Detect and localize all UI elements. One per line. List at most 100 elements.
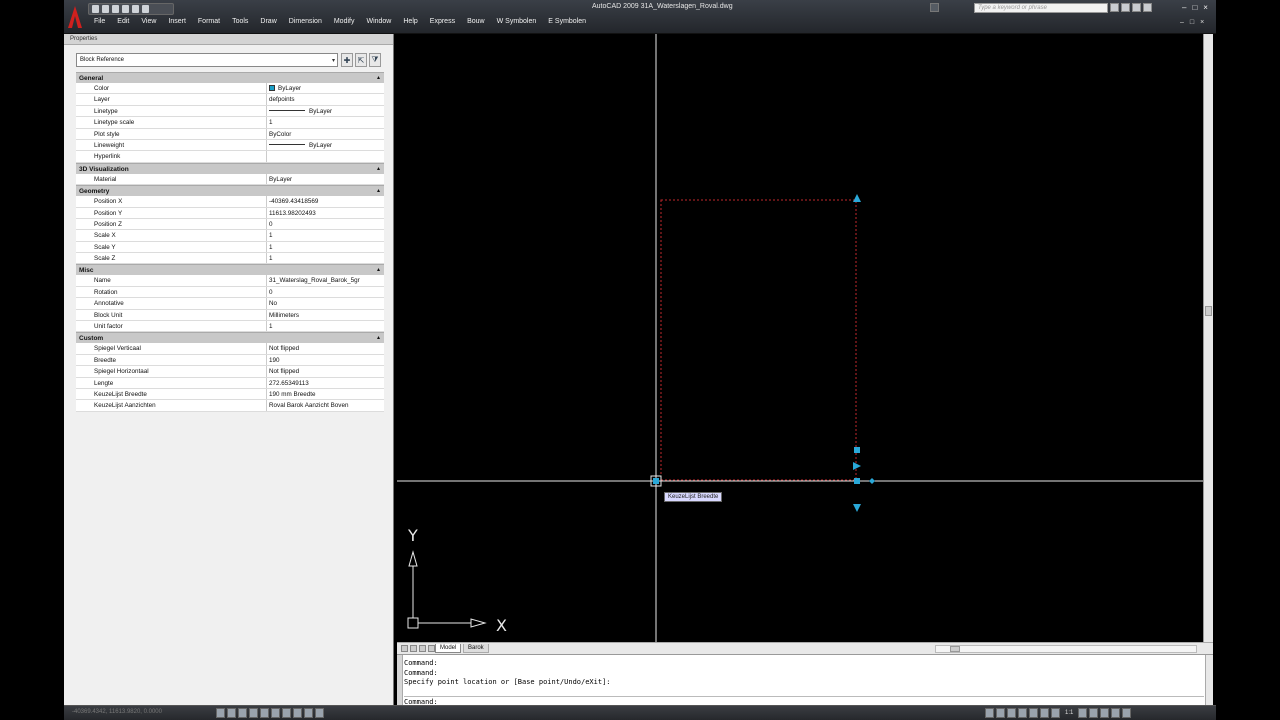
auto-scale-icon[interactable] [1089,708,1099,718]
pan-icon[interactable] [1007,708,1016,718]
dyn-toggle-icon[interactable] [293,708,302,718]
insertion-grip[interactable] [653,478,659,484]
property-row-layer[interactable]: Layer defpoints [76,94,384,106]
property-row-annotative[interactable]: Annotative No [76,298,384,310]
property-value[interactable]: 190 [267,355,384,365]
osnap-toggle-icon[interactable] [260,708,269,718]
property-value[interactable]: Not flipped [267,366,384,376]
category-geometry[interactable]: Geometry ▴ [76,185,384,197]
property-value[interactable]: 1 [267,117,384,127]
collapse-icon[interactable]: ▴ [377,266,380,273]
menu-dimension[interactable]: Dimension [283,18,328,25]
property-value[interactable]: ByLayer [267,83,384,93]
last-tab-icon[interactable] [428,645,435,652]
menu-view[interactable]: View [135,18,162,25]
menu-edit[interactable]: Edit [111,18,135,25]
property-value[interactable] [267,151,384,161]
steering-wheel-icon[interactable] [1029,708,1038,718]
property-row-keuzelijst-breedte[interactable]: KeuzeLijst Breedte 190 mm Breedte [76,388,384,401]
property-row-spiegel-horizontaal[interactable]: Spiegel Horizontaal Not flipped [76,366,384,378]
model-space[interactable]: Y X [397,34,1203,642]
diamond-grip[interactable] [869,478,875,484]
model-space-icon[interactable] [985,708,994,718]
lineweight-toggle-icon[interactable] [304,708,313,718]
clean-screen-icon[interactable] [1122,708,1132,718]
next-tab-icon[interactable] [419,645,426,652]
property-row-spiegel-verticaal[interactable]: Spiegel Verticaal Not flipped [76,343,384,355]
prev-tab-icon[interactable] [410,645,417,652]
menu-tools[interactable]: Tools [226,18,254,25]
grid-toggle-icon[interactable] [227,708,236,718]
property-row-rotation[interactable]: Rotation 0 [76,286,384,299]
favorites-star-icon[interactable] [1132,3,1141,12]
first-tab-icon[interactable] [401,645,408,652]
ducs-toggle-icon[interactable] [282,708,291,718]
property-value[interactable]: 0 [267,287,384,297]
select-objects-icon[interactable]: ⇱ [355,53,367,67]
qp-toggle-icon[interactable] [315,708,324,718]
collapse-icon[interactable]: ▴ [377,187,380,194]
property-row-lineweight[interactable]: Lineweight ByLayer [76,139,384,152]
doc-minimize-button[interactable]: – [1180,19,1184,26]
property-row-hyperlink[interactable]: Hyperlink [76,151,384,163]
menu-w-symbolen[interactable]: W Symbolen [491,18,543,25]
annotation-visibility-icon[interactable] [1078,708,1088,718]
property-row-color[interactable]: Color ByLayer [76,83,384,95]
doc-close-button[interactable]: × [1200,19,1204,26]
property-row-position-z[interactable]: Position Z0 [76,218,384,231]
showmotion-icon[interactable] [1040,708,1049,718]
snap-toggle-icon[interactable] [216,708,225,718]
layout-icon[interactable] [996,708,1005,718]
polar-toggle-icon[interactable] [249,708,258,718]
help-icon[interactable] [1143,3,1152,12]
property-row-scale-x[interactable]: Scale X1 [76,230,384,242]
property-value[interactable]: 11613.98202493 [267,208,384,218]
property-value[interactable]: ByLayer [267,106,384,116]
category-general[interactable]: General ▴ [76,72,384,83]
property-value[interactable]: No [267,298,384,308]
arrow-grip-right[interactable] [853,462,861,470]
search-input[interactable]: Type a keyword or phrase [974,3,1108,13]
menu-modify[interactable]: Modify [328,18,361,25]
property-row-keuzelijst-aanzichten[interactable]: KeuzeLijst Aanzichten Roval Barok Aanzich… [76,400,384,412]
menu-e-symbolen[interactable]: E Symbolen [542,18,592,25]
lock-icon[interactable] [1111,708,1121,718]
menu-format[interactable]: Format [192,18,226,25]
property-value[interactable]: 1 [267,230,384,240]
collapse-icon[interactable]: ▴ [377,165,380,172]
redo-icon[interactable] [142,5,149,13]
zoom-icon[interactable] [1018,708,1027,718]
collapse-icon[interactable]: ▴ [377,74,380,81]
property-value[interactable]: 31_Waterslag_Roval_Barok_5gr [267,275,384,285]
toggle-pickadd-icon[interactable]: ✚ [341,53,353,67]
property-row-block-unit[interactable]: Block Unit Millimeters [76,309,384,322]
new-file-icon[interactable] [92,5,99,13]
category-custom[interactable]: Custom ▴ [76,332,384,344]
property-value[interactable]: 272.65349113 [267,378,384,388]
base-grip[interactable] [854,478,860,484]
otrack-toggle-icon[interactable] [271,708,280,718]
coordinate-display[interactable]: -40369.4342, 11613.9820, 0.0000 [72,709,162,715]
plot-icon[interactable] [122,5,129,13]
doc-restore-button[interactable]: □ [1190,19,1194,26]
open-file-icon[interactable] [102,5,109,13]
property-value[interactable]: Not flipped [267,343,384,353]
menu-file[interactable]: File [88,18,111,25]
property-row-linetype[interactable]: Linetype ByLayer [76,105,384,118]
property-row-lengte[interactable]: Lengte 272.65349113 [76,377,384,389]
horizontal-scrollbar[interactable] [935,645,1197,653]
tab-model[interactable]: Model [435,644,462,653]
block-outline[interactable] [660,199,857,481]
property-row-linetype-scale[interactable]: Linetype scale 1 [76,117,384,129]
menu-insert[interactable]: Insert [162,18,192,25]
horizontal-scroll-thumb[interactable] [950,646,960,652]
property-row-breedte[interactable]: Breedte 190 [76,354,384,367]
property-value[interactable]: 190 mm Breedte [267,389,384,399]
undo-icon[interactable] [132,5,139,13]
category-3d-visualization[interactable]: 3D Visualization ▴ [76,162,384,174]
property-value[interactable]: defpoints [267,94,384,104]
vertical-scroll-thumb[interactable] [1205,306,1212,316]
drawing-canvas[interactable]: Y X KeuzeLijst Breedte [397,34,1203,642]
vertical-scrollbar[interactable] [1203,34,1213,642]
stretch-grip-bottom[interactable] [853,504,861,512]
